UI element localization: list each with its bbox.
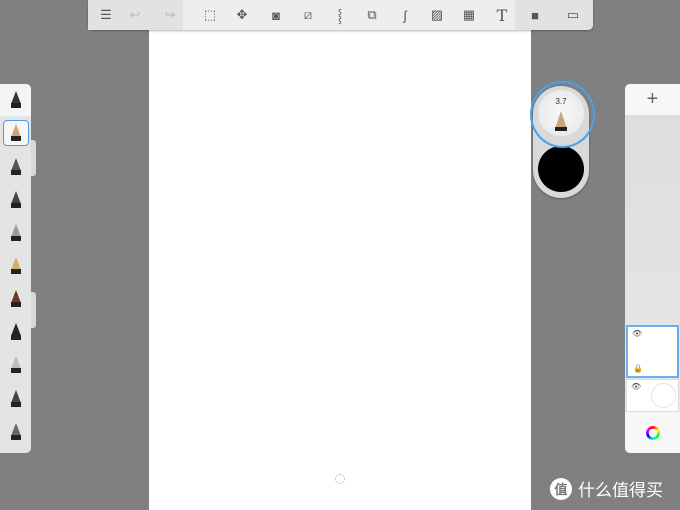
undo-icon[interactable]: ↩	[125, 5, 145, 25]
brush-icon[interactable]	[3, 319, 29, 345]
color-wheel-icon	[645, 425, 660, 440]
brush-icon[interactable]	[3, 187, 29, 213]
loading-spinner-icon	[335, 474, 345, 484]
brush-icon[interactable]	[3, 419, 29, 445]
text-icon[interactable]: T	[492, 5, 512, 25]
fill-icon[interactable]: ◙	[266, 5, 286, 25]
brush-icon[interactable]	[3, 220, 29, 246]
top-toolbar: ☰ ↩ ↪ ⬚ ✥ ◙ ⧄ ⸾ ⧉ ∫ ▨ ▦ T ■ ▭	[88, 0, 593, 30]
symmetry-icon[interactable]: ⸾	[330, 5, 350, 25]
eye-icon[interactable]: 👁	[632, 329, 642, 338]
layer-1[interactable]: 👁 🔒	[626, 325, 679, 378]
brush-palette-handle[interactable]	[31, 140, 36, 176]
brush-icon[interactable]	[3, 120, 29, 146]
ruler-icon[interactable]: ⧄	[298, 5, 318, 25]
brush-icon[interactable]	[3, 352, 29, 378]
watermark-text: 什么值得买	[578, 481, 663, 501]
color-swatch[interactable]	[538, 146, 584, 192]
brush-icon[interactable]	[3, 286, 29, 312]
record-icon[interactable]: ■	[525, 5, 545, 25]
brush-icon[interactable]	[3, 253, 29, 279]
transform-icon[interactable]: ✥	[232, 5, 252, 25]
curve-icon[interactable]: ∫	[395, 5, 415, 25]
brush-palette-handle[interactable]	[31, 292, 36, 328]
drawing-canvas[interactable]	[149, 0, 531, 510]
redo-icon[interactable]: ↪	[160, 5, 180, 25]
perspective-icon[interactable]: ▦	[459, 5, 479, 25]
fullscreen-icon[interactable]: ▭	[563, 5, 583, 25]
add-layer-button[interactable]: +	[625, 84, 680, 115]
brush-icon[interactable]	[3, 386, 29, 412]
list-icon[interactable]: ☰	[96, 5, 116, 25]
layer-panel: + 👁 🔒 👁	[625, 84, 680, 453]
brush-icon[interactable]	[3, 154, 29, 180]
color-wheel-button[interactable]	[625, 412, 680, 453]
shapes-icon[interactable]: ⧉	[362, 5, 382, 25]
background-color-swatch[interactable]	[651, 383, 676, 408]
watermark: 值 什么值得买	[550, 476, 663, 501]
highlight-ring	[530, 81, 595, 148]
image-icon[interactable]: ▨	[427, 5, 447, 25]
brush-settings-icon[interactable]	[3, 87, 29, 113]
eye-icon[interactable]: 👁	[631, 382, 641, 391]
selection-icon[interactable]: ⬚	[200, 5, 220, 25]
watermark-logo: 值	[550, 477, 572, 500]
brush-palette	[0, 84, 31, 453]
lock-icon[interactable]: 🔒	[633, 364, 643, 373]
background-layer[interactable]: 👁	[626, 379, 679, 412]
